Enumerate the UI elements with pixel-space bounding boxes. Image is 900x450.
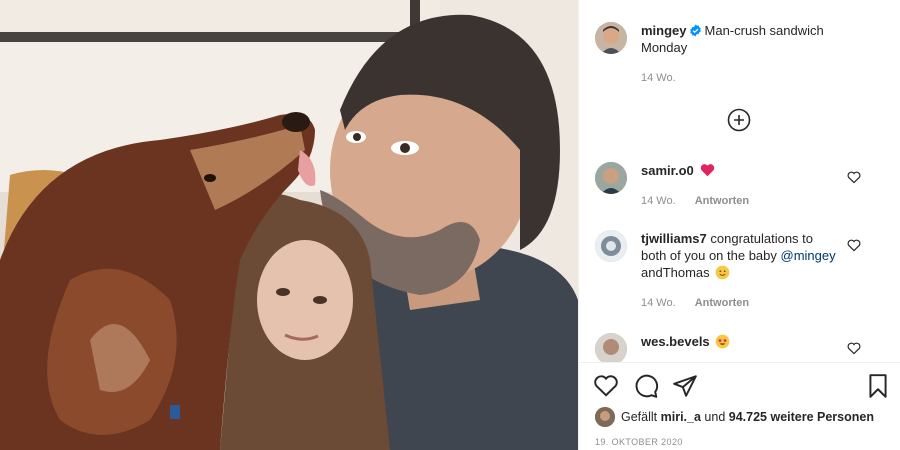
likes-joiner: und xyxy=(704,410,726,424)
author-username[interactable]: mingey xyxy=(641,23,687,38)
commenter-avatar-image xyxy=(595,162,627,194)
likes-count[interactable]: 94.725 weitere Personen xyxy=(729,410,874,424)
like-comment-heart-icon[interactable] xyxy=(847,341,861,355)
red-heart-emoji-icon xyxy=(701,164,715,177)
verified-badge-icon xyxy=(689,24,701,37)
smiley-emoji-icon xyxy=(715,265,730,280)
comment-username[interactable]: wes.bevels xyxy=(641,334,710,349)
author-avatar-image xyxy=(595,22,627,54)
comment-item: samir.o0 14 Wo. Antworten xyxy=(595,162,885,210)
commenter-avatar-image xyxy=(595,333,627,365)
comment-age: 14 Wo. xyxy=(641,195,676,207)
reply-button[interactable]: Antworten xyxy=(695,297,749,309)
post-date: 19. OKTOBER 2020 xyxy=(595,437,683,447)
comment-username[interactable]: samir.o0 xyxy=(641,163,694,178)
comment-item: tjwilliams7 congratulations to both of y… xyxy=(595,230,885,312)
comment-mention-link[interactable]: @mingey xyxy=(781,248,836,263)
post-photo[interactable] xyxy=(0,0,578,450)
commenter-avatar[interactable] xyxy=(595,230,627,262)
heart-icon[interactable] xyxy=(593,373,619,399)
load-more-comments-button[interactable] xyxy=(727,108,751,132)
comment-age: 14 Wo. xyxy=(641,297,676,309)
share-icon[interactable] xyxy=(672,373,698,399)
reply-button[interactable]: Antworten xyxy=(695,195,749,207)
like-comment-heart-icon[interactable] xyxy=(847,238,861,252)
plus-circle-icon xyxy=(727,108,751,132)
commenter-avatar-image xyxy=(595,230,627,262)
post-side-panel: mingey Man-crush sandwich Monday 14 Wo. s… xyxy=(578,0,900,450)
likes-prefix: Gefällt xyxy=(621,410,658,424)
author-avatar[interactable] xyxy=(595,22,627,54)
commenter-avatar[interactable] xyxy=(595,333,627,365)
caption-age: 14 Wo. xyxy=(641,72,676,84)
like-comment-heart-icon[interactable] xyxy=(847,170,861,184)
commenter-avatar[interactable] xyxy=(595,162,627,194)
liker-avatar xyxy=(595,407,615,427)
liker-avatar-image xyxy=(595,407,615,427)
post-caption: mingey Man-crush sandwich Monday 14 Wo. xyxy=(595,22,885,87)
comment-text-tail: andThomas xyxy=(641,265,710,280)
comment-icon[interactable] xyxy=(633,373,659,399)
post-action-bar: Gefällt miri._a und 94.725 weitere Perso… xyxy=(579,362,900,450)
likes-summary[interactable]: Gefällt miri._a und 94.725 weitere Perso… xyxy=(595,407,874,427)
first-liker-username[interactable]: miri._a xyxy=(661,410,701,424)
bookmark-icon[interactable] xyxy=(865,373,891,399)
star-struck-emoji-icon xyxy=(715,334,730,349)
comment-username[interactable]: tjwilliams7 xyxy=(641,231,707,246)
comment-item: wes.bevels xyxy=(595,333,885,365)
photo-illustration xyxy=(0,0,578,450)
